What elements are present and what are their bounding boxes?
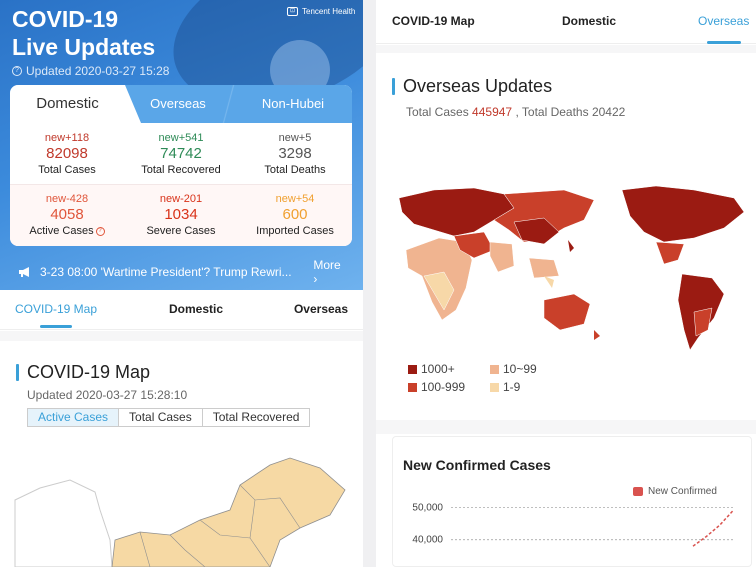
chevron-right-icon: ›: [313, 272, 318, 286]
hero-banner: COVID-19 Live Updates ⊡ Tencent Health ?…: [0, 0, 363, 290]
active-cases-info-icon[interactable]: ?: [95, 227, 105, 236]
stats-card: Domestic Overseas Non-Hubei new+118 8209…: [10, 85, 352, 246]
tab-non-hubei[interactable]: Non-Hubei: [234, 85, 352, 123]
legend-item: 1000+: [408, 362, 455, 376]
new-confirmed-chart-card: New Confirmed Cases New Confirmed 50,000…: [392, 436, 752, 567]
legend-item: 100-999: [408, 380, 465, 394]
map-updated: Updated 2020-03-27 15:28:10: [27, 388, 188, 402]
chart-plot: 50,000 40,000: [412, 502, 734, 547]
stat-active-cases: new-428 4058 Active Cases ?: [10, 192, 124, 239]
info-icon: ?: [12, 66, 22, 76]
stat-total-recovered: new+541 74742 Total Recovered: [141, 132, 221, 176]
stat-imported-cases: new+54 600 Imported Cases: [256, 193, 334, 237]
hero-updated: ? Updated 2020-03-27 15:28: [12, 64, 169, 78]
y-tick-label: 40,000: [412, 535, 443, 546]
filter-active-cases[interactable]: Active Cases: [28, 409, 120, 426]
brand-logo: ⊡ Tencent Health: [287, 7, 355, 16]
map-filter: Active Cases Total Cases Total Recovered: [27, 408, 311, 427]
news-ticker[interactable]: 3-23 08:00 'Wartime President'? Trump Re…: [18, 258, 348, 286]
series-line: [692, 510, 734, 547]
chart-title: New Confirmed Cases: [403, 457, 551, 473]
total-cases-value: 445947: [472, 105, 513, 119]
china-map[interactable]: [0, 440, 363, 567]
ticker-text[interactable]: 3-23 08:00 'Wartime President'? Trump Re…: [40, 265, 299, 279]
stat-severe-cases: new-201 1034 Severe Cases: [146, 193, 216, 237]
stats-tabs: Domestic Overseas Non-Hubei: [10, 85, 352, 123]
map-section-title: COVID-19 Map: [16, 362, 150, 383]
chart-legend[interactable]: New Confirmed: [633, 486, 717, 497]
y-tick-label: 50,000: [412, 502, 443, 513]
nav-domestic[interactable]: Domestic: [562, 0, 616, 44]
filter-total-recovered[interactable]: Total Recovered: [203, 409, 310, 426]
filter-total-cases[interactable]: Total Cases: [119, 409, 203, 426]
overseas-totals: Total Cases 445947 , Total Deaths 20422: [406, 105, 626, 119]
legend-item: 1-9: [490, 380, 520, 394]
total-deaths-value: 20422: [591, 105, 626, 119]
world-map[interactable]: [394, 180, 756, 370]
right-screen: COVID-19 Map Domestic Overseas Overseas …: [376, 0, 756, 567]
overseas-title: Overseas Updates: [392, 76, 552, 97]
hero-title: COVID-19 Live Updates: [12, 6, 156, 60]
legend-item: 10~99: [490, 362, 537, 376]
stat-total-deaths: new+5 3298 Total Deaths: [264, 132, 326, 176]
nav-covid-map[interactable]: COVID-19 Map: [12, 290, 100, 330]
nav-overseas[interactable]: Overseas: [698, 0, 749, 44]
stat-total-cases: new+118 82098 Total Cases: [38, 132, 96, 176]
nav-overseas[interactable]: Overseas: [286, 290, 356, 330]
tab-domestic[interactable]: Domestic: [10, 85, 141, 123]
nav-covid-map[interactable]: COVID-19 Map: [392, 0, 475, 44]
tab-overseas[interactable]: Overseas: [128, 85, 228, 123]
left-nav: COVID-19 Map Domestic Overseas: [0, 290, 363, 330]
more-link[interactable]: More ›: [313, 258, 348, 286]
nav-domestic[interactable]: Domestic: [160, 290, 232, 330]
right-nav: COVID-19 Map Domestic Overseas: [376, 0, 756, 44]
left-screen: COVID-19 Live Updates ⊡ Tencent Health ?…: [0, 0, 363, 567]
tencent-icon: ⊡: [287, 7, 298, 16]
megaphone-icon: [18, 267, 29, 277]
legend-swatch: [633, 487, 643, 496]
